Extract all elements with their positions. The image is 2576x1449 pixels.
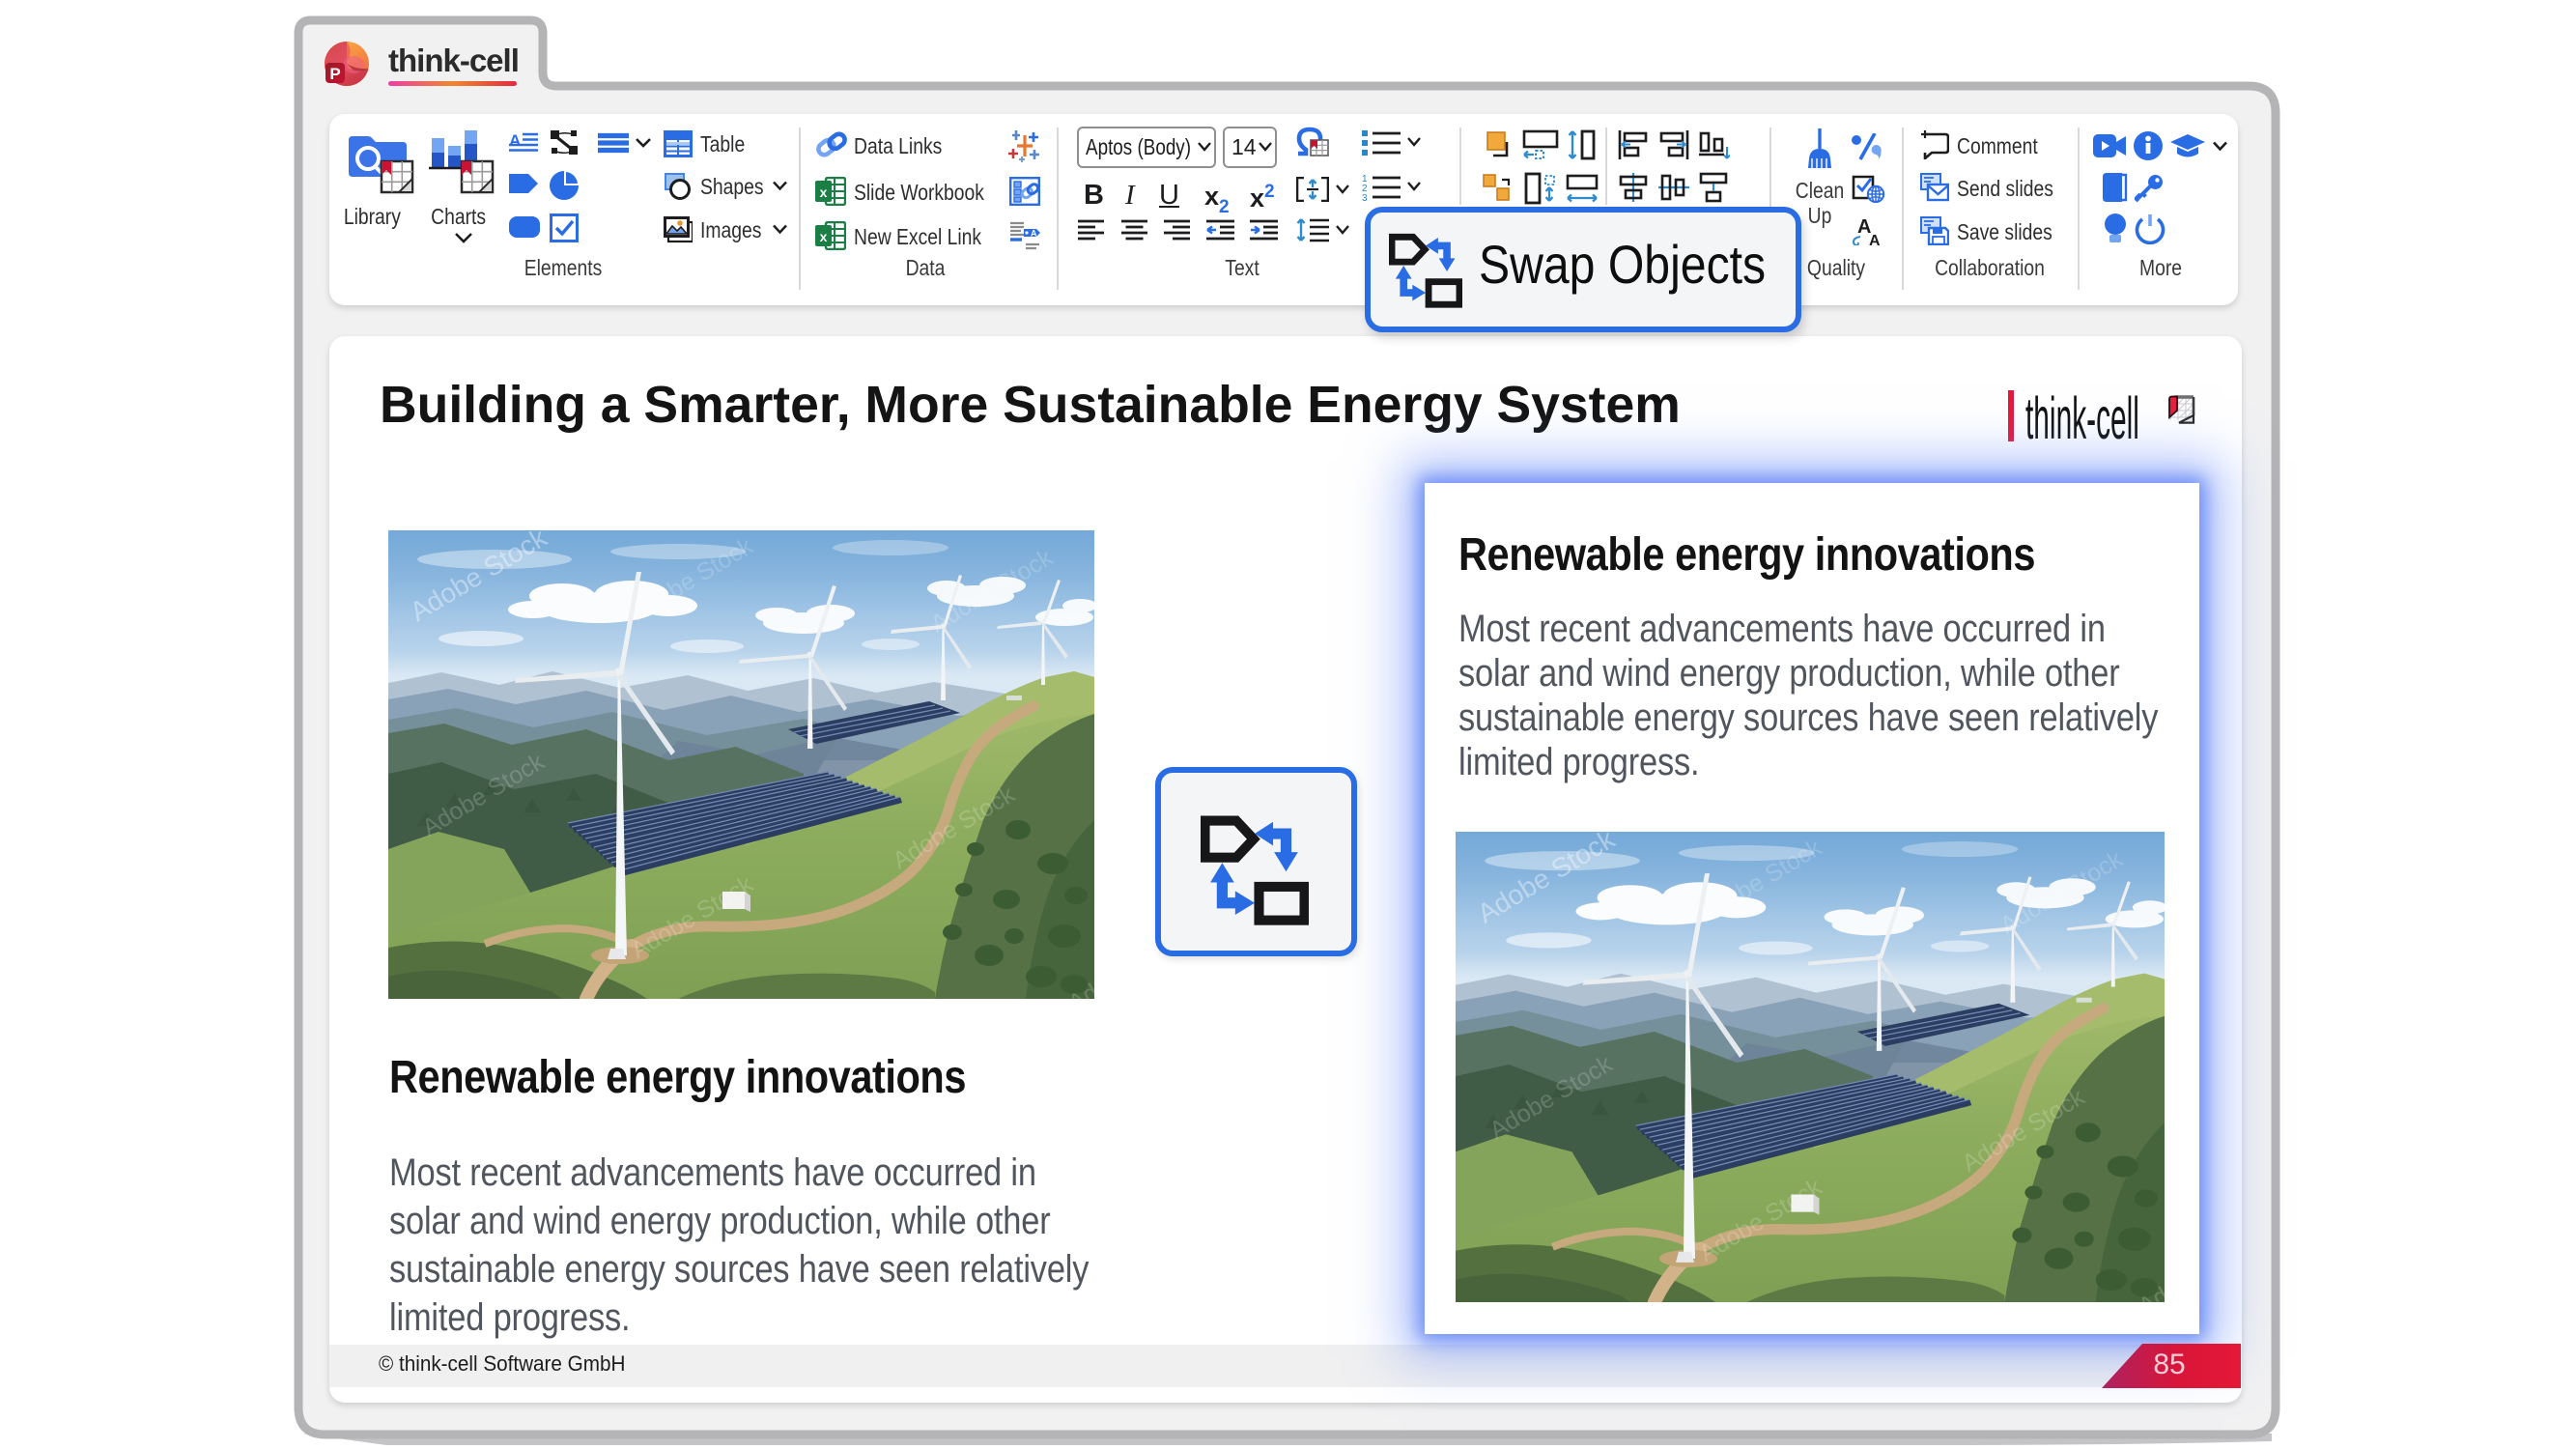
svg-text:85: 85 [2153,1349,2185,1380]
svg-text:P: P [329,65,340,83]
svg-text:A: A [1031,229,1037,239]
svg-text:x: x [820,185,828,200]
svg-text:3: 3 [1362,193,1368,201]
svg-text:A: A [509,131,521,150]
svg-text:x: x [820,229,828,244]
svg-text:A: A [1869,233,1881,245]
